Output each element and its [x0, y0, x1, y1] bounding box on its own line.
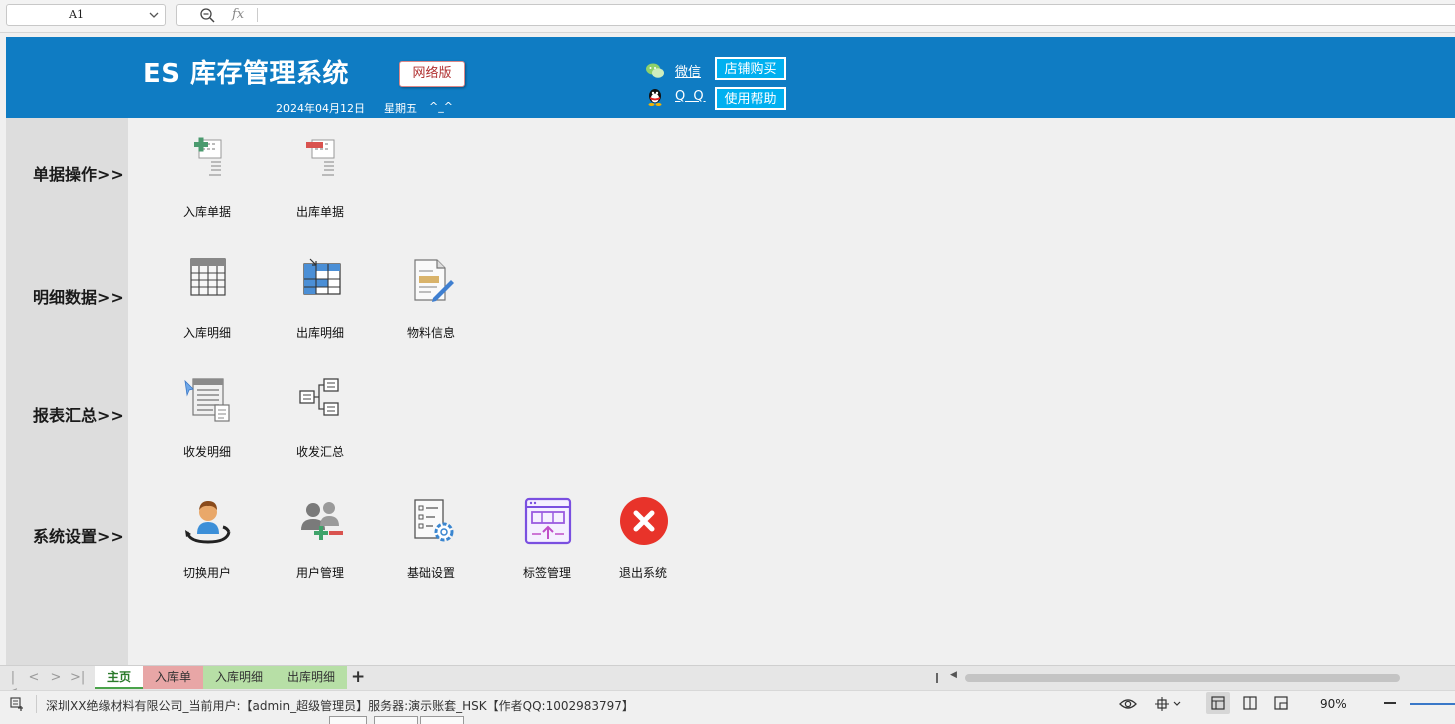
tab-stock-in-detail[interactable]: 入库明细	[203, 666, 275, 689]
name-box[interactable]: A1	[6, 4, 166, 26]
label-management-button[interactable]: 标签管理	[497, 496, 597, 591]
section-sidebar	[6, 118, 128, 665]
divider	[36, 695, 37, 713]
status-text: 深圳XX绝缘材料有限公司_当前用户:【admin_超级管理员】服务器:演示账套_…	[46, 699, 634, 713]
zoom-slider[interactable]	[1410, 703, 1455, 705]
basic-settings-button[interactable]: 基础设置	[381, 496, 481, 591]
stock-in-doc-icon	[194, 137, 222, 176]
grid-view-icon	[1211, 696, 1225, 710]
tree-summary-icon	[299, 378, 339, 416]
focus-mode-icon[interactable]	[1155, 696, 1183, 712]
table-grid-icon	[190, 258, 226, 296]
edition-badge[interactable]: 网络版	[399, 61, 465, 87]
switch-user-icon	[185, 501, 231, 544]
exit-system-button[interactable]: 退出系统	[593, 496, 693, 591]
sheet-area: ES 库存管理系统 网络版 2024年04月12日 星期五 ^_^ 微信 Q Q…	[6, 37, 1455, 665]
tab-home[interactable]: 主页	[95, 666, 143, 689]
sheet-tabs-bar: |< < > >| 主页 入库单 入库明细 出库明细 + ◀	[0, 665, 1455, 700]
macro-record-icon[interactable]	[9, 696, 25, 712]
prev-sheet-icon[interactable]: <	[27, 670, 41, 685]
smile-text: ^_^	[429, 100, 453, 113]
divider	[257, 8, 258, 22]
zoom-out-icon[interactable]	[1384, 702, 1396, 704]
taskbar-item[interactable]	[329, 716, 367, 724]
fx-icon[interactable]: fx	[232, 7, 244, 22]
current-weekday: 星期五	[384, 102, 417, 115]
section-label-details: 明细数据>>	[33, 288, 124, 307]
tab-stock-out-detail[interactable]: 出库明细	[275, 666, 347, 689]
report-list-icon	[184, 378, 230, 422]
stock-in-detail-button[interactable]: 入库明细	[157, 256, 257, 351]
last-sheet-icon[interactable]: >|	[70, 670, 85, 685]
scroll-left-icon[interactable]: ◀	[950, 670, 957, 680]
tile-label: 切换用户	[182, 566, 231, 580]
tile-label: 基础设置	[406, 566, 455, 580]
zoom-level[interactable]: 90%	[1320, 697, 1347, 711]
cell-reference: A1	[69, 8, 84, 21]
qq-penguin-icon	[648, 89, 662, 106]
document-edit-icon	[414, 259, 454, 302]
shop-button[interactable]: 店铺购买	[715, 57, 786, 80]
tile-label: 标签管理	[522, 566, 571, 580]
stock-in-doc-button[interactable]: 入库单据	[157, 135, 257, 230]
transaction-summary-button[interactable]: 收发汇总	[270, 375, 370, 470]
transaction-detail-button[interactable]: 收发明细	[157, 375, 257, 470]
user-management-button[interactable]: 用户管理	[270, 496, 370, 591]
stock-out-doc-icon	[306, 139, 335, 176]
tile-label: 入库单据	[182, 205, 231, 219]
tile-label: 出库单据	[295, 205, 344, 219]
user-group-icon	[301, 502, 343, 540]
formula-bar: A1 fx	[0, 0, 1455, 33]
taskbar-item[interactable]	[374, 716, 418, 724]
exit-icon	[620, 497, 668, 545]
formula-input[interactable]: fx	[176, 4, 1455, 26]
switch-user-button[interactable]: 切换用户	[157, 496, 257, 591]
current-date: 2024年04月12日	[276, 102, 365, 115]
book-view-icon	[1243, 696, 1257, 710]
section-label-documents: 单据操作>>	[33, 165, 124, 184]
chevron-down-icon[interactable]	[148, 9, 160, 21]
material-info-button[interactable]: 物料信息	[381, 256, 481, 351]
qq-link[interactable]: Q Q	[675, 89, 706, 104]
stock-out-doc-button[interactable]: 出库单据	[270, 135, 370, 230]
app-header: ES 库存管理系统 网络版 2024年04月12日 星期五 ^_^ 微信 Q Q…	[6, 37, 1455, 118]
section-label-reports: 报表汇总>>	[33, 406, 124, 425]
app-title: ES 库存管理系统	[143, 59, 350, 89]
eye-icon[interactable]	[1119, 697, 1137, 711]
status-bar: 深圳XX绝缘材料有限公司_当前用户:【admin_超级管理员】服务器:演示账套_…	[0, 690, 1455, 724]
stock-out-detail-button[interactable]: 出库明细	[270, 256, 370, 351]
next-sheet-icon[interactable]: >	[49, 670, 63, 685]
tile-label: 入库明细	[182, 326, 231, 340]
zoom-formula-icon[interactable]	[199, 7, 215, 23]
tile-label: 收发明细	[182, 445, 231, 459]
table-export-icon	[303, 258, 341, 295]
wechat-link[interactable]: 微信	[675, 61, 701, 80]
page-break-button[interactable]	[1269, 692, 1293, 714]
taskbar-item[interactable]	[420, 716, 464, 724]
settings-doc-icon	[414, 499, 454, 542]
tile-label: 用户管理	[295, 566, 344, 580]
tile-label: 物料信息	[406, 326, 455, 340]
page-break-icon	[1274, 696, 1288, 710]
tab-stock-in[interactable]: 入库单	[143, 666, 203, 689]
page-layout-button[interactable]	[1238, 692, 1262, 714]
section-label-settings: 系统设置>>	[33, 527, 124, 546]
add-sheet-icon[interactable]: +	[351, 667, 365, 687]
horizontal-scrollbar[interactable]	[965, 674, 1400, 682]
tile-label: 收发汇总	[295, 445, 344, 459]
scroll-split-handle[interactable]	[936, 673, 938, 683]
wechat-icon	[646, 63, 664, 78]
help-button[interactable]: 使用帮助	[715, 87, 786, 110]
normal-view-button[interactable]	[1206, 692, 1230, 714]
tile-label: 出库明细	[295, 326, 344, 340]
label-window-icon	[524, 497, 572, 545]
tile-label: 退出系统	[618, 566, 667, 580]
